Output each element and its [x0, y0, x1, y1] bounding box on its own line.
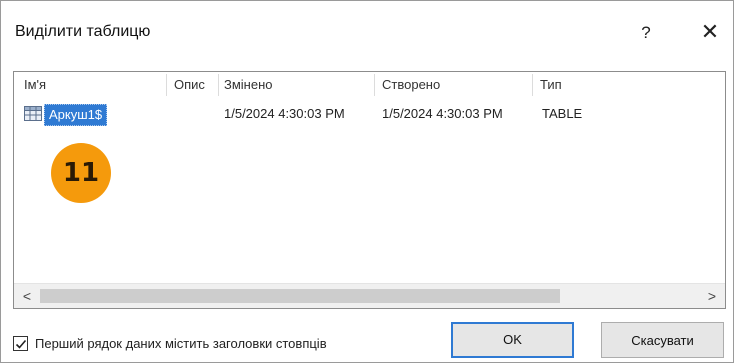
first-row-headers-checkbox[interactable] — [13, 336, 28, 351]
table-type-cell: TABLE — [542, 106, 583, 121]
column-separator[interactable] — [532, 74, 533, 96]
help-button[interactable]: ? — [631, 19, 661, 47]
list-header: Ім'я Опис Змінено Створено Тип — [14, 72, 725, 98]
column-header-description[interactable]: Опис — [168, 72, 218, 98]
scroll-right-button[interactable]: > — [701, 284, 723, 308]
close-button[interactable]: ✕ — [695, 19, 725, 47]
first-row-headers-label[interactable]: Перший рядок даних містить заголовки сто… — [35, 336, 327, 351]
scroll-left-button[interactable]: < — [16, 284, 38, 308]
column-separator[interactable] — [374, 74, 375, 96]
column-header-modified[interactable]: Змінено — [218, 72, 374, 98]
scroll-thumb[interactable] — [40, 289, 560, 303]
column-header-type[interactable]: Тип — [534, 72, 614, 98]
column-header-name[interactable]: Ім'я — [18, 72, 166, 98]
dialog-title: Виділити таблицю — [15, 23, 151, 40]
table-row[interactable]: Аркуш1$ 1/5/2024 4:30:03 PM 1/5/2024 4:3… — [14, 102, 725, 126]
step-number-badge: 11 — [51, 143, 111, 203]
table-created-cell: 1/5/2024 4:30:03 PM — [382, 106, 503, 121]
horizontal-scrollbar[interactable]: < > — [14, 283, 725, 308]
checkmark-icon — [15, 339, 27, 349]
table-icon — [24, 106, 42, 121]
column-separator[interactable] — [166, 74, 167, 96]
table-list[interactable]: Ім'я Опис Змінено Створено Тип Аркуш1$ 1… — [13, 71, 726, 309]
table-name-cell[interactable]: Аркуш1$ — [44, 104, 108, 126]
column-header-created[interactable]: Створено — [376, 72, 532, 98]
table-modified-cell: 1/5/2024 4:30:03 PM — [224, 106, 345, 121]
ok-button[interactable]: OK — [451, 322, 574, 358]
select-table-dialog: Виділити таблицю ? ✕ Ім'я Опис Змінено С… — [0, 0, 734, 363]
cancel-button[interactable]: Скасувати — [601, 322, 724, 358]
dialog-titlebar: Виділити таблицю ? ✕ — [1, 1, 733, 65]
